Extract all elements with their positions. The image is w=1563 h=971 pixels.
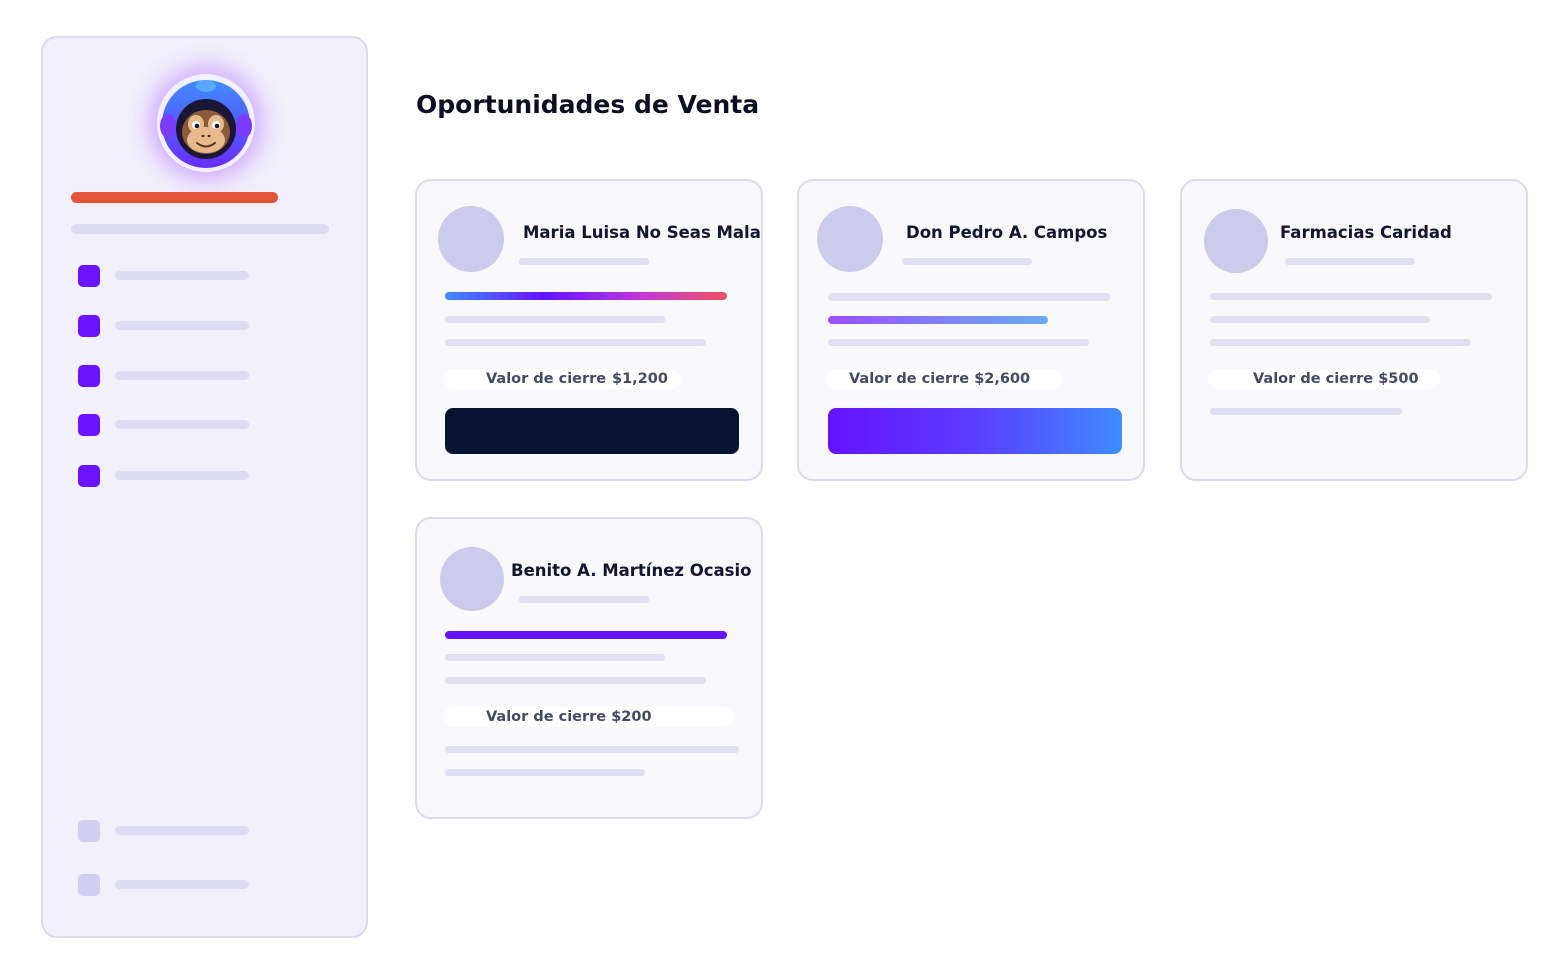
sidebar-item-label-placeholder	[115, 471, 249, 480]
progress-bar	[828, 316, 1048, 324]
card-title: Benito A. Martínez Ocasio	[511, 561, 752, 580]
page-title: Oportunidades de Venta	[416, 90, 760, 119]
sidebar	[41, 36, 368, 938]
opportunity-card-3[interactable]: Farmacias Caridad Valor de cierre $500	[1180, 179, 1528, 481]
avatar	[817, 206, 883, 272]
monkey-astronaut-logo	[157, 74, 255, 172]
text-placeholder	[445, 339, 706, 346]
closing-value: Valor de cierre $2,600	[826, 369, 1062, 389]
opportunity-card-2[interactable]: Don Pedro A. Campos Valor de cierre $2,6…	[797, 179, 1145, 481]
text-placeholder	[1210, 408, 1402, 415]
sidebar-item-secondary-1[interactable]	[78, 820, 258, 842]
monkey-astronaut-icon	[160, 80, 252, 168]
sidebar-item-icon	[78, 315, 100, 337]
closing-value-amount: $1,200	[612, 371, 668, 387]
closing-value-text: Valor de cierre $2,600	[849, 371, 1031, 387]
sidebar-item-label-placeholder	[115, 880, 249, 889]
avatar	[438, 206, 504, 272]
avatar	[1204, 209, 1268, 273]
card-title: Farmacias Caridad	[1280, 223, 1452, 242]
sidebar-item-4[interactable]	[78, 414, 258, 436]
card-action-button[interactable]	[445, 408, 739, 454]
text-placeholder	[828, 339, 1089, 346]
text-placeholder	[1210, 339, 1471, 346]
text-placeholder	[1210, 316, 1430, 323]
sidebar-item-icon	[78, 465, 100, 487]
sidebar-item-3[interactable]	[78, 365, 258, 387]
sidebar-item-1[interactable]	[78, 265, 258, 287]
text-placeholder	[445, 316, 665, 323]
text-placeholder	[828, 293, 1110, 301]
card-subtitle-placeholder	[519, 258, 649, 265]
card-title: Maria Luisa No Seas Mala	[523, 223, 761, 242]
sidebar-item-label-placeholder	[115, 271, 249, 280]
sidebar-item-label-placeholder	[115, 420, 249, 429]
sidebar-item-secondary-2[interactable]	[78, 874, 258, 896]
text-placeholder	[1210, 293, 1492, 300]
text-placeholder	[445, 677, 706, 684]
sidebar-item-label-placeholder	[115, 371, 249, 380]
sidebar-item-icon	[78, 414, 100, 436]
sidebar-item-5[interactable]	[78, 465, 258, 487]
sidebar-item-label-placeholder	[115, 321, 249, 330]
sidebar-subtitle-placeholder	[71, 224, 329, 234]
sidebar-accent-bar	[71, 192, 278, 203]
sidebar-item-label-placeholder	[115, 826, 249, 835]
card-action-button[interactable]	[828, 408, 1122, 454]
opportunity-card-1[interactable]: Maria Luisa No Seas Mala Valor de cierre…	[415, 179, 763, 481]
card-subtitle-placeholder	[1285, 258, 1415, 265]
text-placeholder	[445, 746, 739, 753]
text-placeholder	[445, 654, 665, 661]
sidebar-item-icon	[78, 365, 100, 387]
text-placeholder	[445, 769, 645, 776]
card-title: Don Pedro A. Campos	[906, 223, 1108, 242]
opportunity-card-4[interactable]: Benito A. Martínez Ocasio Valor de cierr…	[415, 517, 763, 819]
closing-value-text: Valor de cierre $500	[1253, 371, 1419, 387]
closing-value: Valor de cierre $200	[444, 707, 734, 727]
sidebar-item-icon	[78, 874, 100, 896]
progress-bar	[445, 631, 727, 639]
sidebar-item-icon	[78, 820, 100, 842]
closing-value-label: Valor de cierre	[486, 371, 607, 387]
closing-value: Valor de cierre $500	[1208, 369, 1440, 389]
card-subtitle-placeholder	[902, 258, 1032, 265]
card-subtitle-placeholder	[519, 596, 649, 603]
sidebar-item-icon	[78, 265, 100, 287]
avatar	[440, 547, 504, 611]
sidebar-item-2[interactable]	[78, 315, 258, 337]
closing-value: Valor de cierre $1,200	[444, 369, 681, 389]
progress-bar	[445, 292, 727, 300]
closing-value-text: Valor de cierre $200	[486, 709, 652, 725]
